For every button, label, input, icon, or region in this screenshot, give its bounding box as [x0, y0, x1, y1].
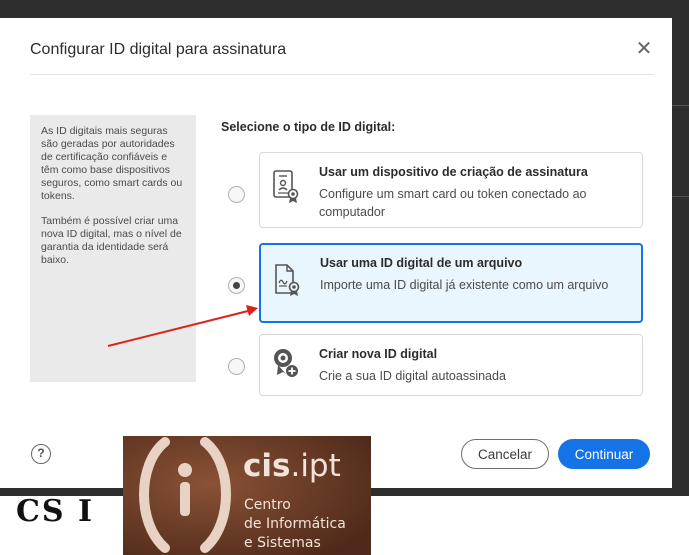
option-description: Crie a sua ID digital autoassinada: [319, 369, 506, 383]
signature-device-icon: [273, 170, 299, 203]
background-partial-text: CS I: [16, 494, 95, 529]
option-title: Criar nova ID digital: [319, 347, 438, 361]
logo-brand: cis.ipt: [243, 448, 341, 484]
logo-line-2: de Informática: [244, 516, 346, 532]
option-description: Importe uma ID digital já existente como…: [320, 278, 609, 292]
option-card-new-digital-id[interactable]: Criar nova ID digital Crie a sua ID digi…: [259, 334, 643, 396]
title-divider: [30, 74, 654, 75]
option-description: Configure um smart card ou token conecta…: [319, 187, 587, 219]
app-top-bar: [0, 0, 689, 18]
app-left-strip: [0, 18, 12, 496]
logo-line-3: e Sistemas: [244, 535, 321, 551]
option-card-signature-device[interactable]: Usar um dispositivo de criação de assina…: [259, 152, 643, 228]
cis-ipt-logo-graphic: cis.ipt Centro de Informática e Sistemas: [123, 436, 371, 555]
info-paragraph-security: As ID digitais mais seguras são geradas …: [41, 125, 183, 202]
app-right-panel: [672, 0, 689, 496]
digital-id-file-icon: [275, 264, 300, 296]
radio-digital-id-file[interactable]: [228, 277, 245, 294]
cis-ipt-logo: cis.ipt Centro de Informática e Sistemas: [123, 436, 371, 555]
radio-signature-device[interactable]: [228, 186, 245, 203]
dialog-title: Configurar ID digital para assinatura: [30, 41, 287, 58]
continue-button[interactable]: Continuar: [558, 439, 650, 469]
info-panel: As ID digitais mais seguras são geradas …: [30, 115, 196, 382]
new-digital-id-icon: [274, 349, 298, 377]
option-title: Usar uma ID digital de um arquivo: [320, 256, 523, 270]
info-paragraph-self-signed: Também é possível criar uma nova ID digi…: [41, 215, 182, 266]
option-title: Usar um dispositivo de criação de assina…: [319, 165, 588, 179]
close-icon[interactable]: ✕: [632, 36, 656, 62]
selection-label: Selecione o tipo de ID digital:: [221, 120, 396, 134]
option-card-digital-id-file[interactable]: Usar uma ID digital de um arquivo Import…: [259, 243, 643, 323]
digital-id-dialog: Configurar ID digital para assinatura ✕ …: [12, 18, 672, 488]
app-right-panel-divider: [672, 105, 689, 197]
radio-new-digital-id[interactable]: [228, 358, 245, 375]
logo-line-1: Centro: [244, 497, 291, 513]
help-icon[interactable]: ?: [31, 444, 51, 464]
cancel-button[interactable]: Cancelar: [461, 439, 549, 469]
